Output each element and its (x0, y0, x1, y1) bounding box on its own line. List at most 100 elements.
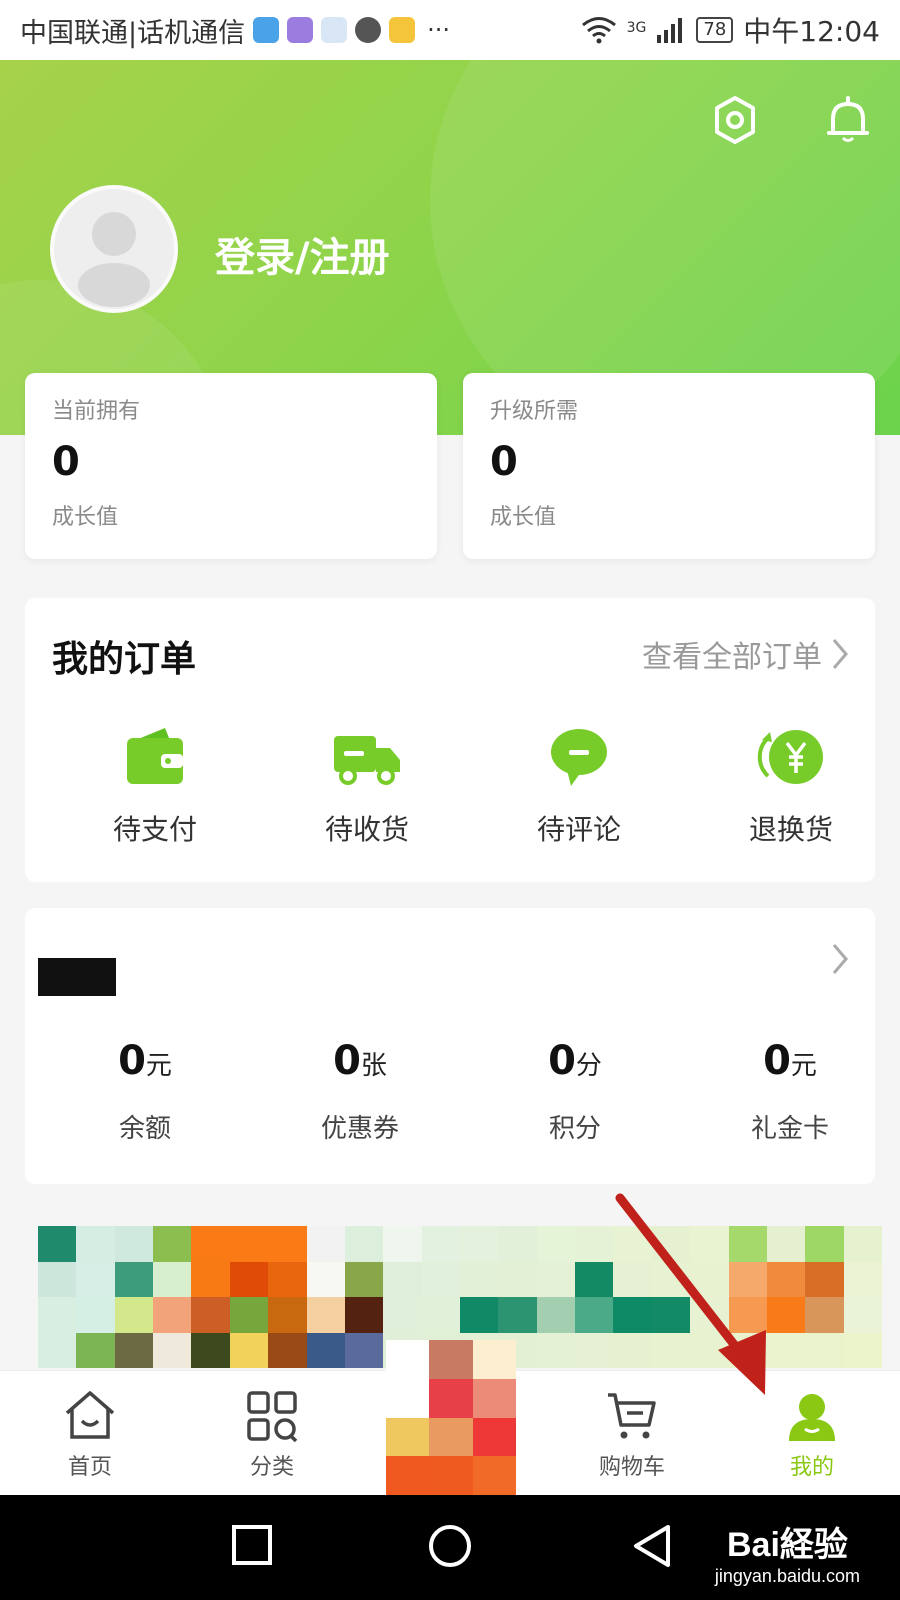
chevron-right-icon[interactable] (830, 942, 850, 976)
growth-current-unit: 成长值 (52, 505, 119, 530)
mosaic-cell (421, 1297, 460, 1333)
mosaic-cell (191, 1261, 230, 1297)
mosaic-cell (38, 1226, 77, 1262)
settings-icon[interactable] (710, 95, 760, 145)
order-pending-payment[interactable]: 待支付 (75, 726, 235, 848)
mosaic-cell (306, 1261, 345, 1297)
mosaic-cell (191, 1297, 230, 1333)
tab-center-promo[interactable] (386, 1340, 516, 1495)
mosaic-cell (268, 1332, 307, 1368)
mosaic-cell (429, 1378, 473, 1418)
android-navigation-bar: Bai経验 jingyan.baidu.com (0, 1495, 900, 1600)
points-item[interactable]: 0分 积分 (485, 1038, 665, 1145)
mosaic-cell (843, 1261, 882, 1297)
mosaic-cell (536, 1332, 576, 1368)
mosaic-cell (429, 1456, 473, 1495)
mosaic-cell (383, 1297, 422, 1333)
balance-label: 余额 (118, 1114, 171, 1144)
watermark-brand: Bai経验 (726, 1526, 848, 1564)
tab-label: 分类 (249, 1455, 294, 1480)
tab-mine[interactable]: 我的 (752, 1389, 872, 1481)
login-register-link[interactable]: 登录/注册 (215, 225, 390, 283)
growth-current-label: 当前拥有 (52, 399, 141, 424)
wallet-icon (127, 728, 183, 784)
coupon-label: 优惠券 (320, 1114, 399, 1144)
app-notification-icon (321, 17, 348, 43)
battery-level: 78 (696, 17, 734, 43)
order-item-label: 待支付 (112, 813, 197, 846)
tab-label: 购物车 (598, 1455, 665, 1480)
mosaic-cell (268, 1297, 307, 1333)
mosaic-cell (472, 1378, 516, 1418)
order-item-label: 退换货 (748, 813, 833, 846)
mosaic-cell (386, 1340, 430, 1379)
mosaic-cell (229, 1297, 269, 1333)
mosaic-cell (153, 1261, 192, 1297)
mosaic-cell (536, 1261, 576, 1297)
assets-panel: 0元 余额 0张 优惠券 0分 积分 0 元 礼金卡 (25, 908, 875, 1184)
avatar[interactable] (50, 185, 178, 313)
order-refund[interactable]: 退换货 (711, 726, 871, 848)
growth-upgrade-value: 0 (490, 439, 518, 485)
mosaic-cell (153, 1226, 192, 1262)
growth-upgrade-label: 升级所需 (490, 399, 579, 424)
app-notification-icon (389, 17, 416, 43)
mosaic-cell (306, 1332, 345, 1368)
mosaic-cell (114, 1297, 154, 1333)
mosaic-cell (498, 1261, 537, 1297)
mosaic-cell (383, 1226, 422, 1262)
mosaic-cell (229, 1226, 269, 1262)
mosaic-cell (306, 1226, 345, 1262)
mosaic-cell (429, 1340, 473, 1379)
order-pending-receipt[interactable]: 待收货 (287, 726, 447, 848)
gift-card-label: 礼金卡 (750, 1114, 829, 1144)
home-icon (65, 1391, 115, 1439)
home-button[interactable] (427, 1523, 473, 1569)
tab-home[interactable]: 首页 (30, 1389, 150, 1481)
order-pending-review[interactable]: 待评论 (499, 726, 659, 848)
mosaic-cell (536, 1226, 576, 1262)
mosaic-cell (76, 1332, 115, 1368)
mosaic-cell (472, 1340, 516, 1379)
refund-icon (757, 730, 823, 784)
comment-icon (551, 729, 607, 786)
chevron-right-icon (832, 639, 848, 669)
mosaic-cell (472, 1417, 516, 1457)
mosaic-cell (229, 1332, 269, 1368)
mosaic-cell (344, 1226, 384, 1262)
mosaic-cell (38, 1297, 77, 1333)
order-item-label: 待评论 (536, 813, 621, 846)
gift-card-item[interactable]: 0元 礼金卡 (700, 1038, 880, 1145)
annotation-arrow (615, 1193, 766, 1395)
mosaic-cell (843, 1297, 882, 1333)
mosaic-cell (421, 1226, 460, 1262)
bell-icon[interactable] (823, 95, 873, 145)
tab-cart[interactable]: 购物车 (572, 1389, 692, 1481)
mosaic-cell (268, 1226, 307, 1262)
recent-apps-button[interactable] (230, 1523, 274, 1567)
more-notifications: ··· (427, 16, 450, 44)
view-all-orders-link[interactable]: 查看全部订单 (642, 632, 850, 676)
balance-item[interactable]: 0元 余额 (55, 1038, 235, 1145)
mosaic-cell (191, 1226, 230, 1262)
balance-value: 0 (118, 1038, 146, 1084)
app-notification-icon (253, 17, 280, 43)
tab-label: 首页 (67, 1455, 112, 1480)
mosaic-cell (805, 1297, 844, 1333)
coupon-item[interactable]: 0张 优惠券 (270, 1038, 450, 1145)
mosaic-cell (38, 1261, 77, 1297)
mosaic-cell (153, 1297, 192, 1333)
gift-card-unit: 元 (790, 1051, 817, 1081)
mosaic-cell (153, 1332, 192, 1368)
order-item-label: 待收货 (324, 813, 409, 846)
tab-category[interactable]: 分类 (212, 1389, 332, 1481)
back-button[interactable] (630, 1523, 674, 1569)
app-notification-icon (287, 17, 314, 43)
view-all-orders-label: 查看全部订单 (642, 640, 822, 675)
mosaic-cell (386, 1456, 430, 1495)
mosaic-cell (229, 1261, 269, 1297)
mosaic-cell (114, 1226, 154, 1262)
mosaic-cell (805, 1226, 844, 1262)
default-avatar-icon (78, 212, 150, 307)
mosaic-cell (536, 1297, 576, 1333)
